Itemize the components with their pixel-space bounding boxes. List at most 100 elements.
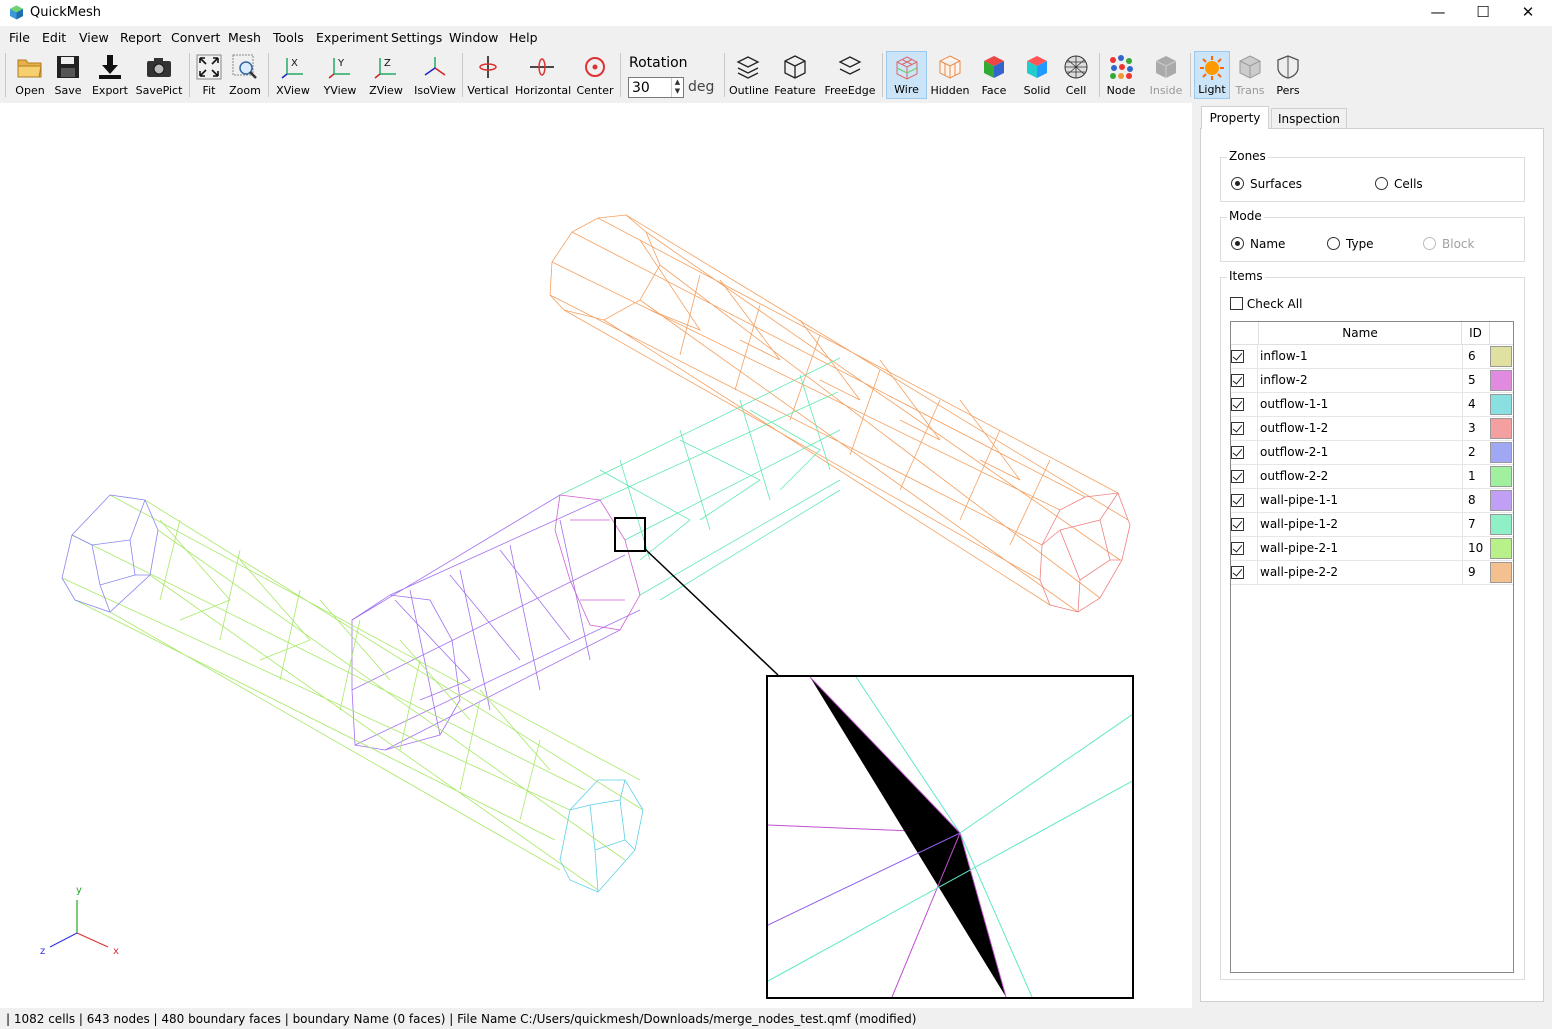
trans-label: Trans — [1235, 84, 1265, 97]
radio-name[interactable]: Name — [1231, 237, 1285, 251]
row-checkbox[interactable] — [1231, 350, 1244, 363]
center-button[interactable]: Center — [576, 51, 614, 99]
menu-edit[interactable]: Edit — [42, 30, 66, 45]
menu-view[interactable]: View — [79, 30, 109, 45]
table-row[interactable]: outflow-2-1 2 — [1231, 441, 1513, 465]
row-checkbox[interactable] — [1231, 374, 1244, 387]
rotation-spinbox[interactable]: 30 ▲ ▼ — [628, 77, 684, 98]
open-label: Open — [15, 84, 45, 97]
radio-surfaces[interactable]: Surfaces — [1231, 177, 1302, 191]
row-checkbox[interactable] — [1231, 542, 1244, 555]
face-button[interactable]: Face — [975, 51, 1013, 99]
row-color-swatch[interactable] — [1490, 442, 1512, 463]
row-color-swatch[interactable] — [1490, 538, 1512, 559]
menu-file[interactable]: File — [9, 30, 30, 45]
row-checkbox[interactable] — [1231, 470, 1244, 483]
row-checkbox[interactable] — [1231, 566, 1244, 579]
row-color-swatch[interactable] — [1490, 514, 1512, 535]
radio-cells-dot[interactable] — [1375, 177, 1388, 190]
row-color-swatch[interactable] — [1490, 490, 1512, 511]
menu-experiment[interactable]: Experiment — [316, 30, 388, 45]
table-row[interactable]: inflow-2 5 — [1231, 369, 1513, 393]
radio-cells[interactable]: Cells — [1375, 177, 1423, 191]
table-row[interactable]: wall-pipe-2-2 9 — [1231, 561, 1513, 585]
isoview-button[interactable]: IsoView — [412, 51, 458, 99]
zoom-button[interactable]: Zoom — [228, 51, 262, 99]
savepict-button[interactable]: SavePict — [135, 51, 183, 99]
zoom-label: Zoom — [229, 84, 261, 97]
menu-settings[interactable]: Settings — [391, 30, 442, 45]
export-button[interactable]: Export — [89, 51, 131, 99]
wire-button[interactable]: Wire — [886, 51, 927, 99]
tab-inspection[interactable]: Inspection — [1271, 108, 1347, 129]
table-row[interactable]: outflow-1-2 3 — [1231, 417, 1513, 441]
xview-button[interactable]: X XView — [274, 51, 312, 99]
column-header-id[interactable]: ID — [1462, 322, 1490, 345]
horizontal-rotate-button[interactable]: Horizontal — [515, 51, 571, 99]
maximize-button[interactable]: ☐ — [1460, 0, 1506, 26]
rotation-spinner[interactable]: ▲ ▼ — [671, 78, 683, 97]
menu-help[interactable]: Help — [509, 30, 538, 45]
tab-property[interactable]: Property — [1201, 106, 1269, 129]
check-all-checkbox[interactable] — [1230, 297, 1243, 310]
cell-button[interactable]: Cell — [1060, 51, 1092, 99]
row-checkbox[interactable] — [1231, 518, 1244, 531]
row-checkbox[interactable] — [1231, 398, 1244, 411]
toolbar-grip — [5, 53, 6, 97]
row-checkbox[interactable] — [1231, 446, 1244, 459]
minimize-button[interactable]: — — [1415, 0, 1461, 26]
zview-label: ZView — [369, 84, 403, 97]
inside-cube-icon — [1155, 56, 1177, 78]
feature-button[interactable]: Feature — [774, 51, 816, 99]
mesh-viewport[interactable]: y x z — [0, 103, 1192, 1008]
radio-type-label: Type — [1346, 237, 1374, 251]
column-header-name[interactable]: Name — [1259, 322, 1462, 345]
save-button[interactable]: Save — [51, 51, 85, 99]
table-row[interactable]: wall-pipe-2-1 10 — [1231, 537, 1513, 561]
radio-block-dot — [1423, 237, 1436, 250]
node-button[interactable]: Node — [1103, 51, 1139, 99]
light-button[interactable]: Light — [1194, 51, 1230, 99]
solid-button[interactable]: Solid — [1018, 51, 1056, 99]
yview-button[interactable]: Y YView — [320, 51, 360, 99]
zview-button[interactable]: Z ZView — [366, 51, 406, 99]
radio-type[interactable]: Type — [1327, 237, 1374, 251]
hidden-button[interactable]: Hidden — [930, 51, 970, 99]
row-color-swatch[interactable] — [1490, 394, 1512, 415]
table-row[interactable]: outflow-1-1 4 — [1231, 393, 1513, 417]
freeedge-button[interactable]: FreeEdge — [823, 51, 877, 99]
open-button[interactable]: Open — [11, 51, 49, 99]
check-all[interactable]: Check All — [1230, 297, 1302, 311]
close-button[interactable]: ✕ — [1505, 0, 1551, 26]
pers-button[interactable]: Pers — [1271, 51, 1305, 99]
row-color-swatch[interactable] — [1490, 466, 1512, 487]
trans-button[interactable]: Trans — [1233, 51, 1267, 99]
radio-surfaces-dot[interactable] — [1231, 177, 1244, 190]
outline-button[interactable]: Outline — [729, 51, 769, 99]
radio-block: Block — [1423, 237, 1474, 251]
table-row[interactable]: wall-pipe-1-2 7 — [1231, 513, 1513, 537]
row-color-swatch[interactable] — [1490, 418, 1512, 439]
row-checkbox[interactable] — [1231, 422, 1244, 435]
radio-name-dot[interactable] — [1231, 237, 1244, 250]
menu-window[interactable]: Window — [449, 30, 498, 45]
menu-mesh[interactable]: Mesh — [228, 30, 261, 45]
radio-type-dot[interactable] — [1327, 237, 1340, 250]
toolbar-separator — [1190, 53, 1191, 97]
table-row[interactable]: outflow-2-2 1 — [1231, 465, 1513, 489]
row-color-swatch[interactable] — [1490, 370, 1512, 391]
feature-cube-icon — [784, 55, 806, 79]
fit-button[interactable]: Fit — [194, 51, 224, 99]
column-header-check — [1231, 322, 1259, 345]
table-row[interactable]: wall-pipe-1-1 8 — [1231, 489, 1513, 513]
inside-label: Inside — [1149, 84, 1183, 97]
menu-tools[interactable]: Tools — [273, 30, 304, 45]
menu-report[interactable]: Report — [120, 30, 161, 45]
row-checkbox[interactable] — [1231, 494, 1244, 507]
row-color-swatch[interactable] — [1490, 346, 1512, 367]
vertical-rotate-button[interactable]: Vertical — [466, 51, 510, 99]
menu-convert[interactable]: Convert — [171, 30, 220, 45]
table-row[interactable]: inflow-1 6 — [1231, 345, 1513, 369]
inside-button[interactable]: Inside — [1146, 51, 1186, 99]
row-color-swatch[interactable] — [1490, 562, 1512, 583]
